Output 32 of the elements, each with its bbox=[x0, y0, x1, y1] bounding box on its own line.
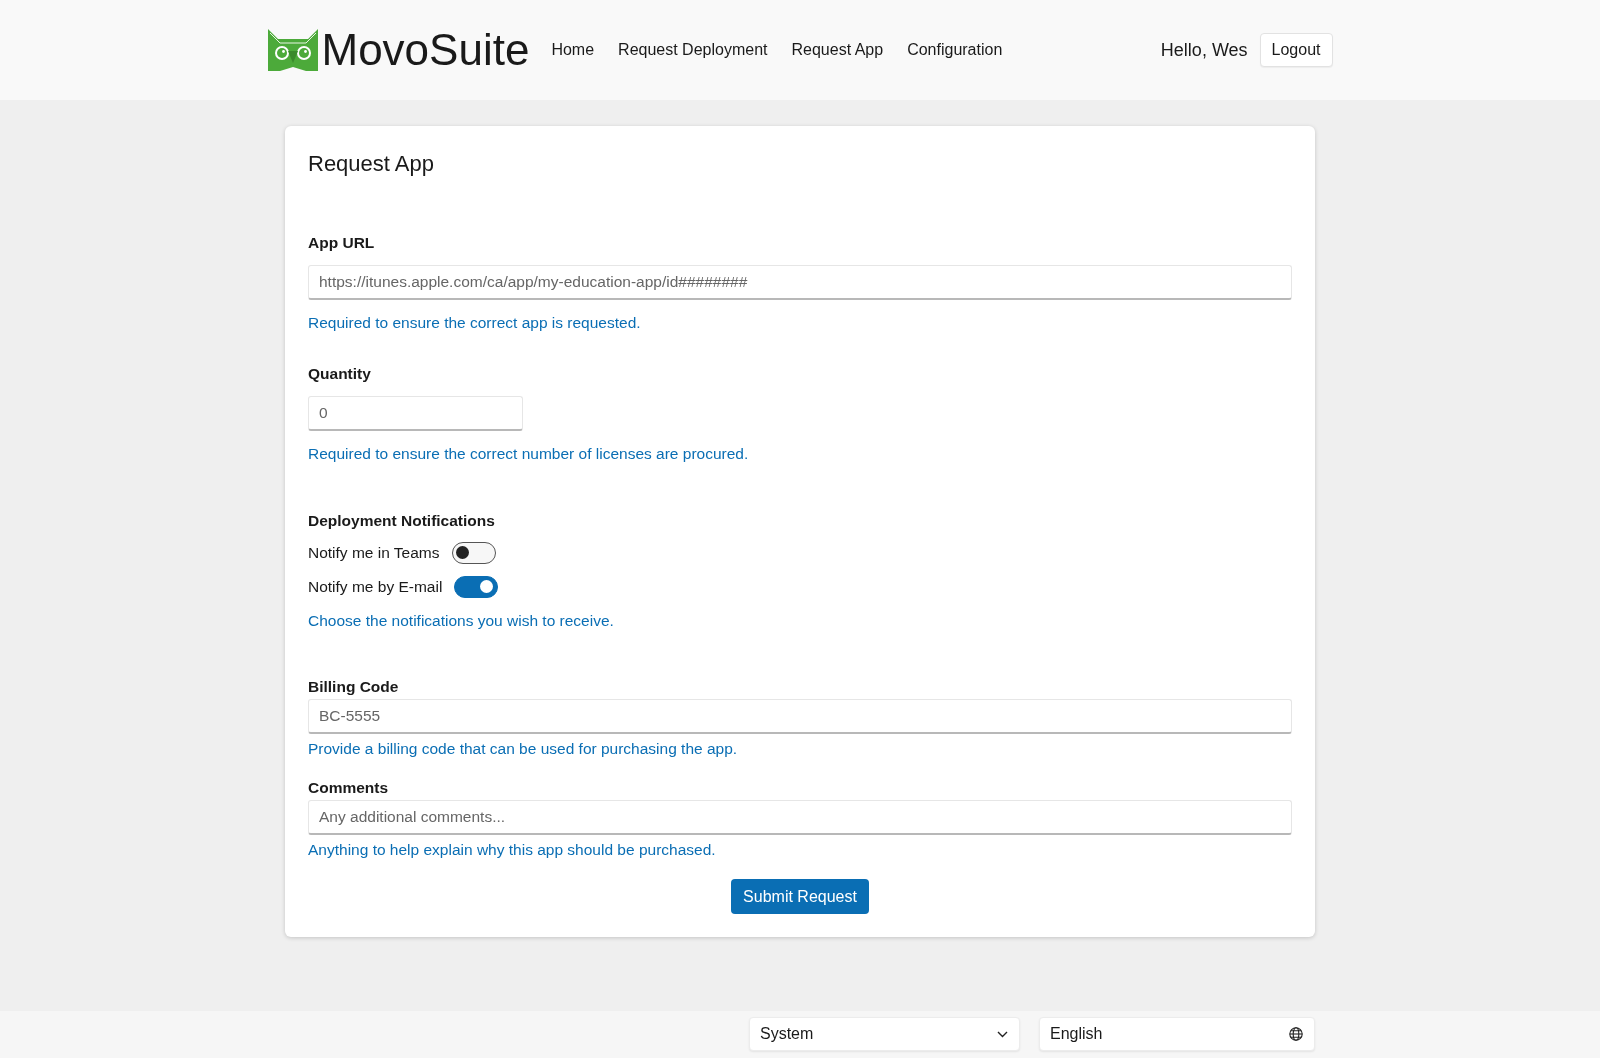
nav-link[interactable]: Home bbox=[551, 41, 595, 59]
globe-icon bbox=[1289, 1027, 1303, 1041]
toggle-switch[interactable] bbox=[454, 576, 499, 598]
section-label: Deployment Notifications bbox=[308, 511, 495, 531]
nav-link[interactable]: Request Deployment bbox=[618, 41, 768, 59]
field-label: App URL bbox=[308, 233, 375, 253]
owl-logo-icon bbox=[267, 29, 318, 71]
input-field[interactable]: https://itunes.apple.com/ca/app/my-education-app/id######## bbox=[308, 265, 1292, 300]
toggle-label: Notify me by E-mail bbox=[308, 578, 443, 596]
input-field[interactable]: Any additional comments... bbox=[308, 800, 1292, 835]
field-label: Quantity bbox=[308, 364, 371, 384]
help-text: Choose the notifications you wish to receive. bbox=[308, 611, 614, 631]
theme-select[interactable]: System bbox=[749, 1017, 1020, 1051]
help-text: Anything to help explain why this app should be purchased. bbox=[308, 840, 716, 860]
toggle-switch[interactable] bbox=[451, 542, 496, 564]
input-field[interactable]: BC-5555 bbox=[308, 699, 1292, 734]
field-label: Billing Code bbox=[308, 677, 399, 697]
help-text: Provide a billing code that can be used for purchasing the app. bbox=[308, 739, 738, 759]
logout-button[interactable]: Logout bbox=[1259, 33, 1333, 67]
toggle-label: Notify me in Teams bbox=[308, 544, 440, 562]
field-label: Comments bbox=[308, 778, 389, 798]
chevron-down-icon bbox=[997, 1030, 1008, 1038]
greeting-text: Hello, Wes bbox=[1160, 39, 1248, 61]
submit-button[interactable]: Submit Request bbox=[731, 879, 869, 914]
help-text: Required to ensure the correct number of licenses are procured. bbox=[308, 444, 749, 464]
help-text: Required to ensure the correct app is requested. bbox=[308, 313, 641, 333]
logo-text: MovoSuite bbox=[321, 25, 530, 75]
page-title: Request App bbox=[308, 151, 434, 177]
nav-link[interactable]: Request App bbox=[791, 41, 884, 59]
input-field[interactable]: 0 bbox=[308, 396, 523, 431]
language-select[interactable]: English bbox=[1039, 1017, 1315, 1051]
nav-link[interactable]: Configuration bbox=[907, 41, 1003, 59]
